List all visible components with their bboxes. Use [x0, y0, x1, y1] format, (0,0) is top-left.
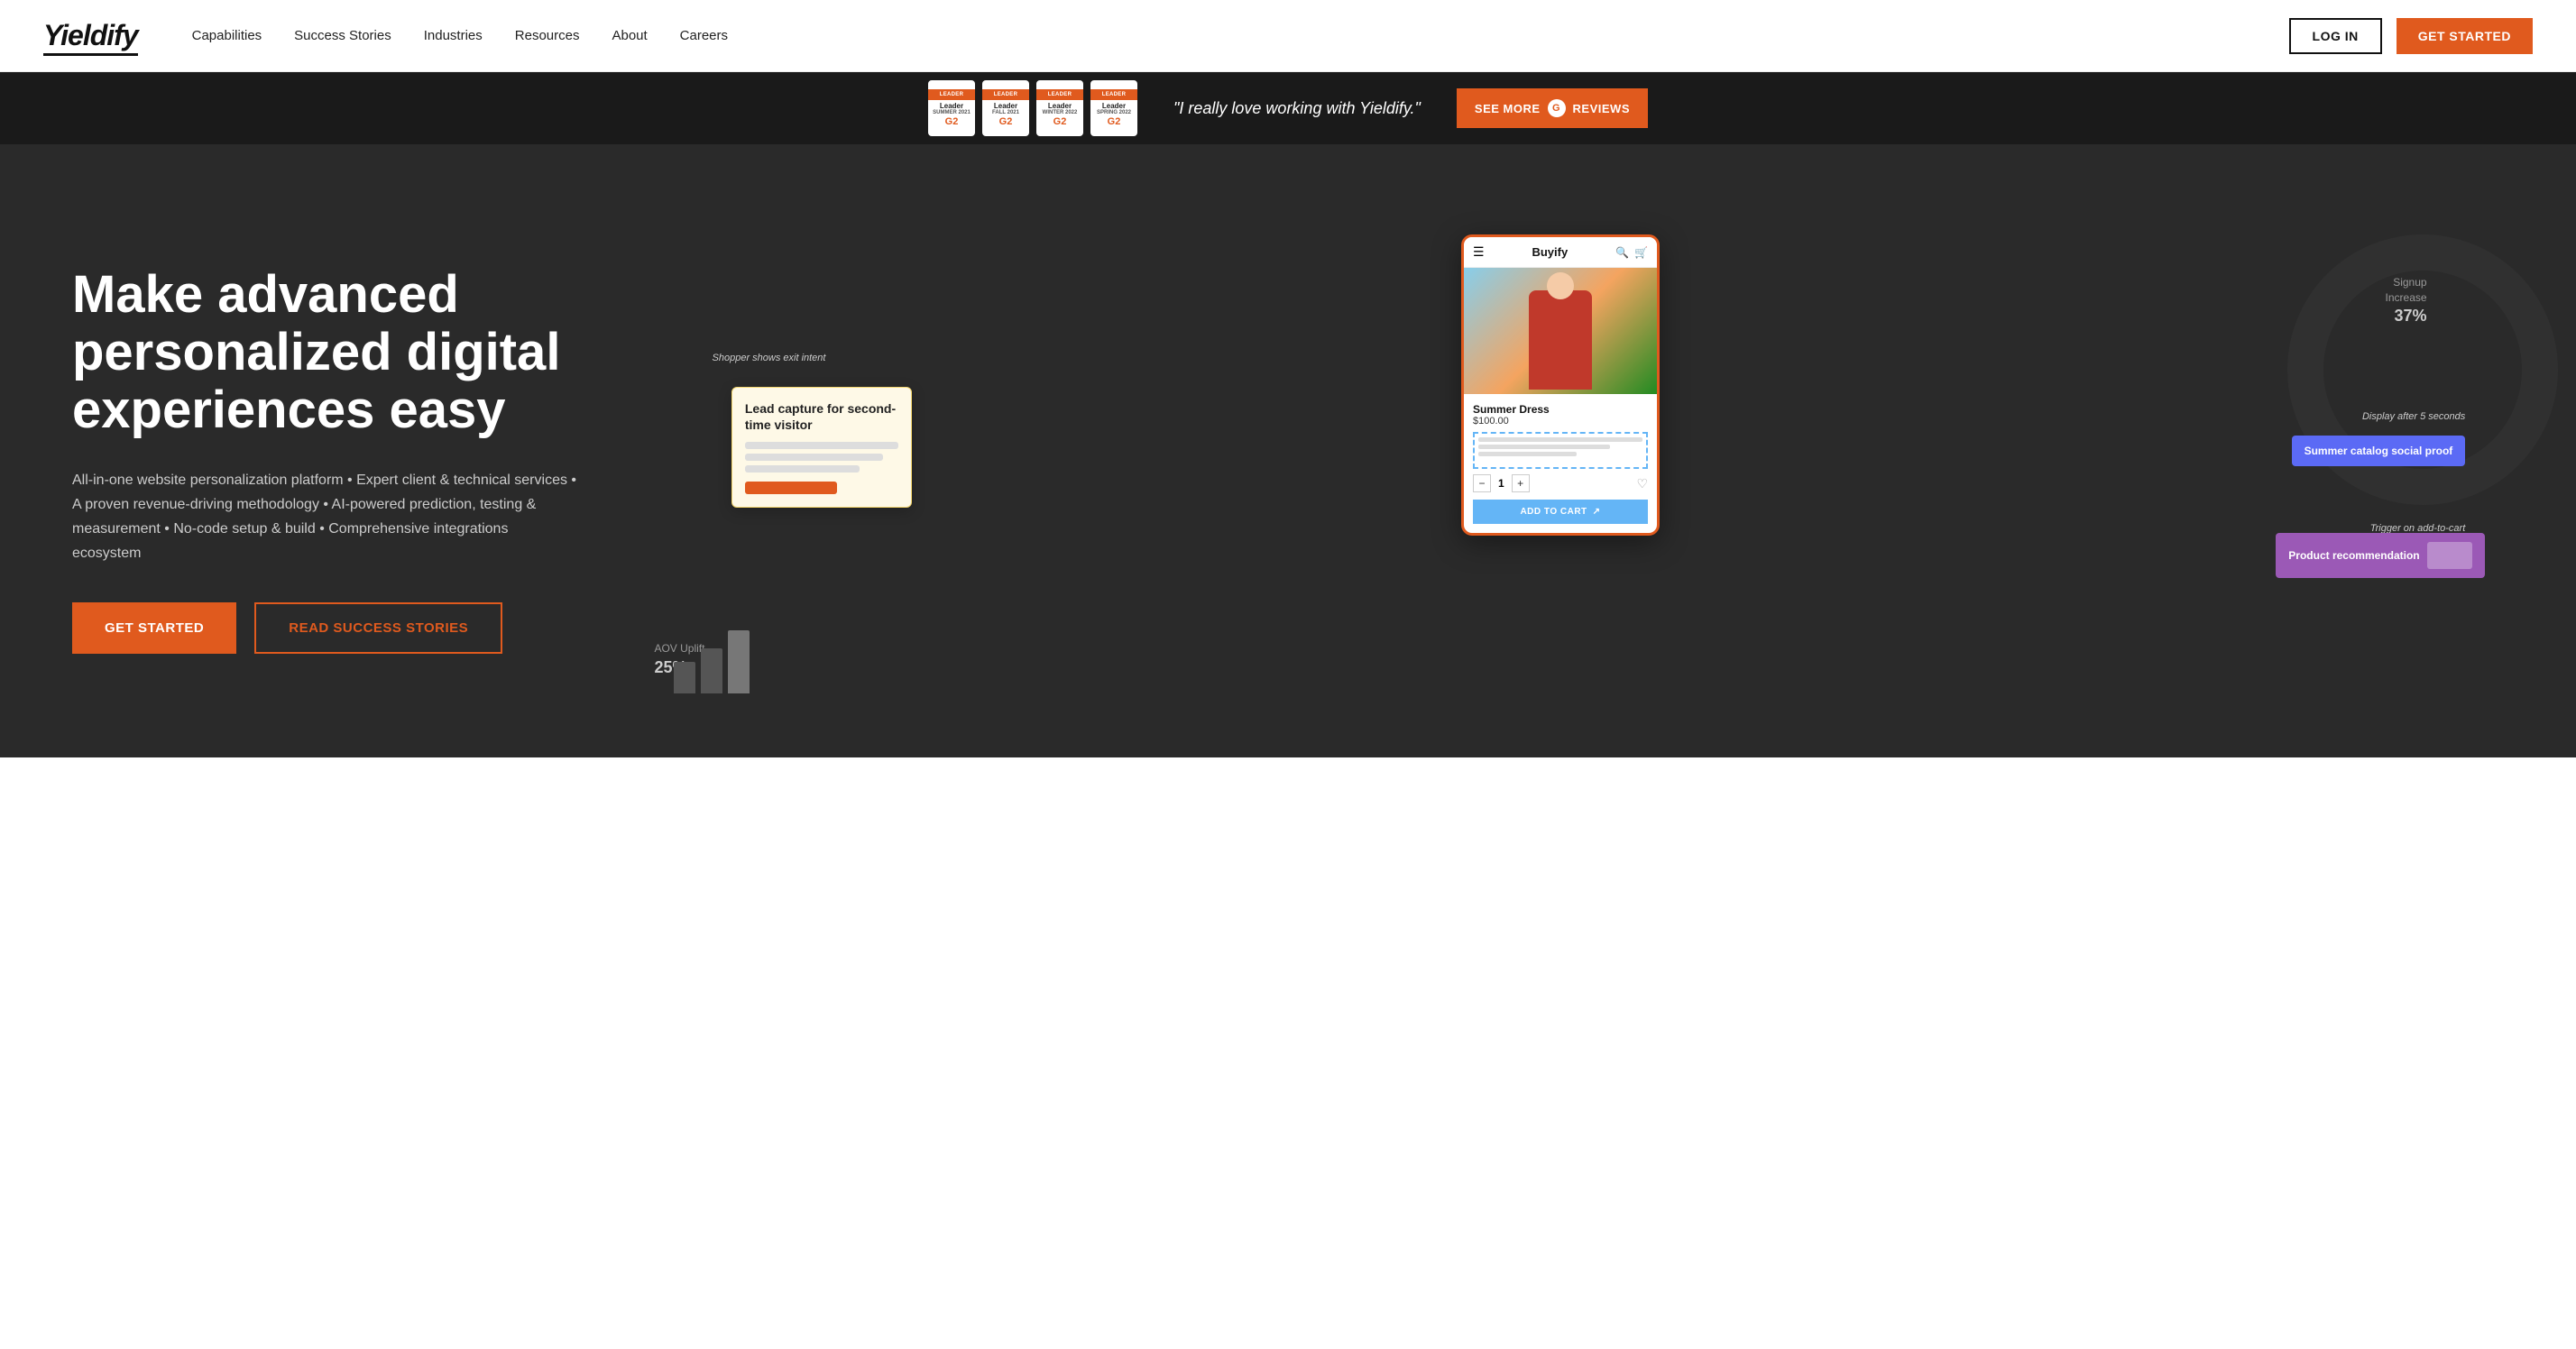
read-success-stories-button[interactable]: READ SUCCESS STORIES [254, 602, 502, 654]
desc-line-1 [1478, 437, 1642, 442]
g2-badge-spring-2022: LEADER Leader SPRING 2022 G2 [1090, 80, 1137, 136]
g2-badge-summer-2021: LEADER Leader SUMMER 2021 G2 [928, 80, 975, 136]
product-name: Summer Dress [1473, 403, 1648, 416]
add-to-cart-label: ADD TO CART [1520, 507, 1587, 517]
phone-menu-icon: ☰ [1473, 244, 1485, 260]
phone-product-info: Summer Dress $100.00 − 1 + ♡ [1464, 394, 1657, 533]
popup-line-3 [745, 465, 860, 473]
signup-increase-value: 37% [2386, 305, 2427, 327]
navbar: Yieldify Capabilities Success Stories In… [0, 0, 2576, 72]
signup-increase-label: SignupIncrease [2386, 275, 2427, 306]
desc-line-2 [1478, 445, 1610, 449]
nav-actions: LOG IN GET STARTED [2289, 18, 2533, 54]
social-proof-banner: LEADER Leader SUMMER 2021 G2 LEADER Lead… [0, 72, 2576, 144]
popup-line-2 [745, 454, 883, 461]
phone-brand-name: Buyify [1532, 245, 1568, 259]
dress-figure [1529, 290, 1592, 390]
product-rec-image-placeholder [2427, 542, 2472, 569]
nav-careers[interactable]: Careers [680, 28, 728, 43]
bar-1 [674, 662, 695, 693]
bar-2 [701, 648, 722, 693]
signup-increase-stat: SignupIncrease 37% [2386, 275, 2427, 328]
bar-3 [728, 630, 750, 693]
social-proof-badge: Summer catalog social proof [2292, 436, 2466, 466]
hero-actions: GET STARTED READ SUCCESS STORIES [72, 602, 577, 654]
hero-visual: SignupIncrease 37% Shopper shows exit in… [577, 216, 2504, 703]
phone-mockup: ☰ Buyify 🔍 🛒 Summer Dress $100.00 [1461, 234, 1660, 536]
search-icon: 🔍 [1615, 246, 1629, 259]
g2-badge-fall-2021: LEADER Leader FALL 2021 G2 [982, 80, 1029, 136]
hero-section: Make advanced personalized digital exper… [0, 144, 2576, 757]
qty-value: 1 [1498, 477, 1504, 490]
popup-line-1 [745, 442, 898, 449]
display-after-tag: Display after 5 seconds [2362, 411, 2465, 422]
phone-header: ☰ Buyify 🔍 🛒 [1464, 237, 1657, 268]
bar-chart [674, 621, 750, 693]
get-started-nav-button[interactable]: GET STARTED [2397, 18, 2533, 54]
phone-header-icons: 🔍 🛒 [1615, 246, 1648, 259]
product-recommendation-badge: Product recommendation [2276, 533, 2484, 578]
nav-links: Capabilities Success Stories Industries … [192, 28, 2289, 43]
see-more-label: SEE MORE [1475, 102, 1541, 115]
nav-success-stories[interactable]: Success Stories [294, 28, 391, 43]
product-price: $100.00 [1473, 416, 1648, 427]
see-more-reviews-button[interactable]: SEE MORE G REVIEWS [1457, 88, 1648, 128]
add-to-cart-button[interactable]: ADD TO CART ↗ [1473, 500, 1648, 524]
lead-capture-popup: Lead capture for second-time visitor [731, 387, 912, 508]
get-started-hero-button[interactable]: GET STARTED [72, 602, 236, 654]
login-button[interactable]: LOG IN [2289, 18, 2382, 54]
nav-capabilities[interactable]: Capabilities [192, 28, 262, 43]
logo-underline [43, 53, 138, 56]
cart-arrow-icon: ↗ [1593, 507, 1601, 517]
wishlist-icon[interactable]: ♡ [1636, 476, 1648, 491]
nav-industries[interactable]: Industries [424, 28, 483, 43]
desc-line-3 [1478, 452, 1577, 456]
nav-about[interactable]: About [612, 28, 647, 43]
hero-title: Make advanced personalized digital exper… [72, 266, 577, 438]
lead-capture-form-lines [745, 442, 898, 473]
nav-resources[interactable]: Resources [515, 28, 580, 43]
qty-decrease-button[interactable]: − [1473, 474, 1491, 492]
hero-content: Make advanced personalized digital exper… [72, 266, 577, 653]
product-qty-row: − 1 + ♡ [1473, 474, 1648, 492]
product-rec-label: Product recommendation [2288, 549, 2419, 562]
product-description-lines [1478, 437, 1642, 456]
popup-cta-btn [745, 482, 837, 494]
g2-logo-icon: G [1548, 99, 1566, 117]
g2-badge-winter-2022: LEADER Leader WINTER 2022 G2 [1036, 80, 1083, 136]
hero-description: All-in-one website personalization platf… [72, 468, 577, 566]
qty-increase-button[interactable]: + [1512, 474, 1530, 492]
logo[interactable]: Yieldify [43, 19, 138, 52]
cart-icon: 🛒 [1634, 246, 1648, 259]
reviews-label: REVIEWS [1573, 102, 1630, 115]
g2-badges: LEADER Leader SUMMER 2021 G2 LEADER Lead… [928, 80, 1137, 136]
lead-capture-title: Lead capture for second-time visitor [745, 400, 898, 433]
exit-intent-tag: Shopper shows exit intent [713, 353, 826, 363]
banner-quote: "I really love working with Yieldify." [1173, 99, 1421, 118]
product-details-dashed [1473, 432, 1648, 469]
product-image [1464, 268, 1657, 394]
